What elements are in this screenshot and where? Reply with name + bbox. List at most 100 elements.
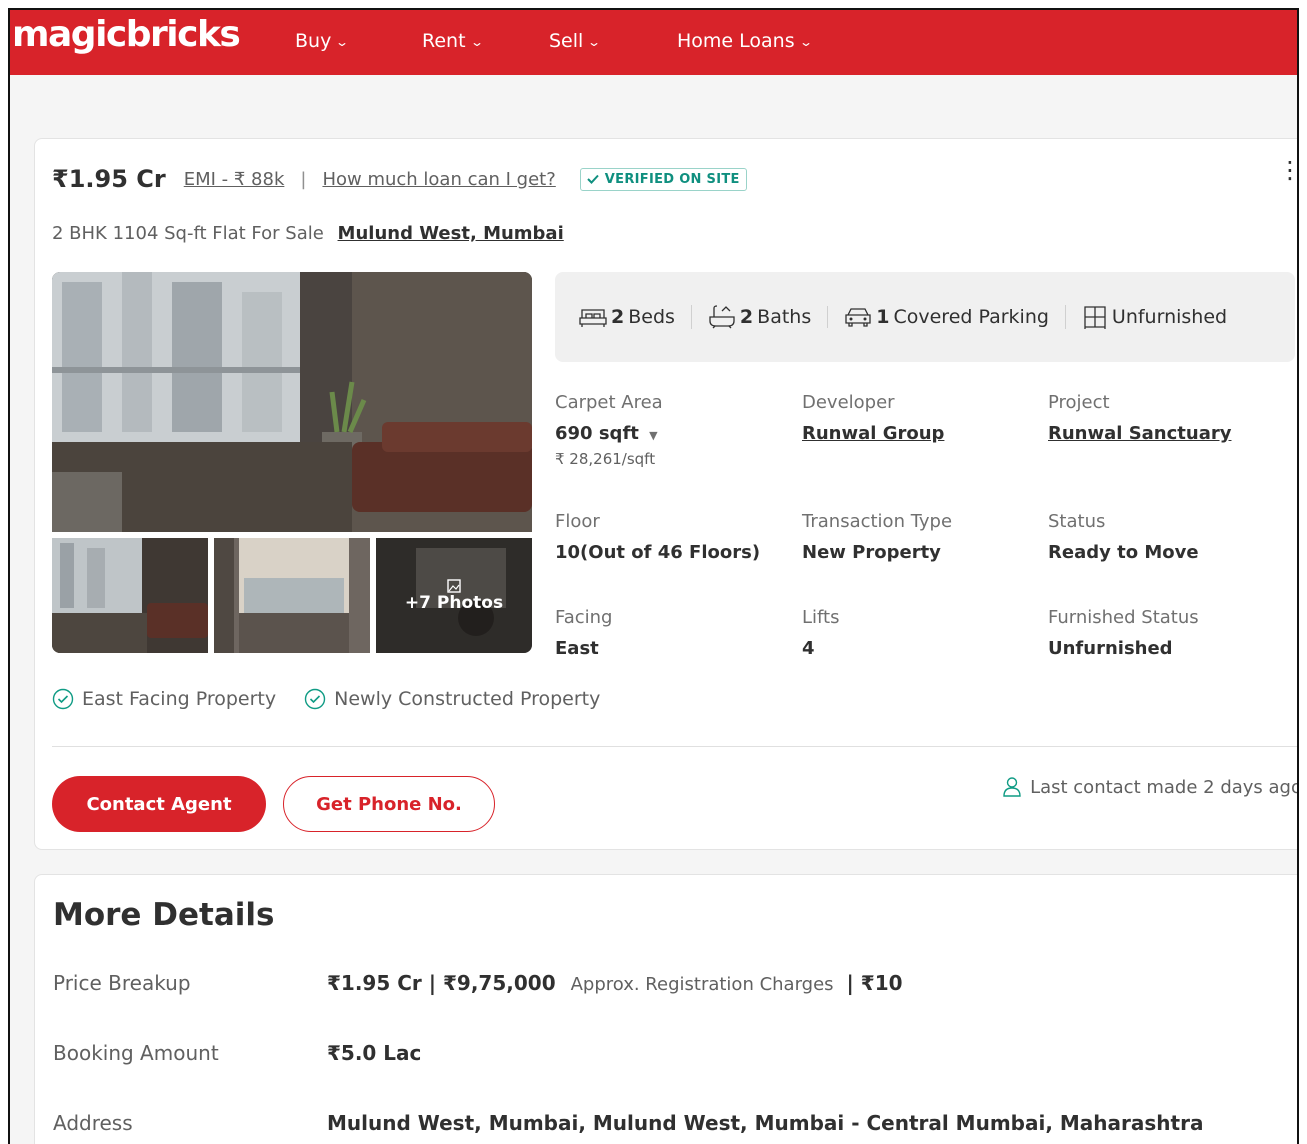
booking-amount-label: Booking Amount [53, 1041, 219, 1065]
verified-badge-label: VERIFIED ON SITE [604, 171, 740, 187]
floor-value: 10(Out of 46 Floors) [555, 542, 761, 563]
thumbnail-image [52, 538, 208, 653]
nav-rent-label: Rent [422, 30, 466, 52]
living-room-photo [52, 272, 532, 532]
booking-amount-value: ₹5.0 Lac [327, 1041, 422, 1065]
location-link[interactable]: Mulund West, Mumbai [338, 223, 564, 244]
amenities-bar: 2 Beds 2 Baths 1 Covered Parking Unfurni… [555, 272, 1295, 362]
contact-agent-button[interactable]: Contact Agent [52, 776, 266, 832]
thumbnail-photo[interactable] [52, 538, 208, 653]
page-frame: magicbricks Buy ⌄ Rent ⌄ Sell ⌄ Home Loa… [8, 8, 1299, 1144]
carpet-area-value[interactable]: 690 sqft ▼ [555, 423, 795, 444]
last-contact-text: Last contact made 2 days ago [1030, 776, 1299, 798]
transaction-label: Transaction Type [802, 511, 953, 532]
address-value: Mulund West, Mumbai, Mulund West, Mumbai… [327, 1111, 1204, 1135]
price-breakup-value: ₹1.95 Cr | ₹9,75,000 Approx. Registratio… [327, 971, 903, 995]
developer-link[interactable]: Runwal Group [802, 423, 1042, 444]
carpet-area-label: Carpet Area [555, 392, 663, 413]
beds-label: Beds [628, 306, 675, 328]
chevron-down-icon: ⌄ [335, 35, 350, 49]
highlight-item: East Facing Property [52, 688, 276, 710]
summary-developer: Developer Runwal Group [802, 392, 1042, 444]
summary-floor: Floor 10(Out of 46 Floors) [555, 511, 795, 563]
developer-label: Developer [802, 392, 895, 413]
parking-label: Covered Parking [893, 306, 1049, 328]
furnishing-label: Unfurnished [1111, 306, 1228, 328]
summary-transaction: Transaction Type New Property [802, 511, 1042, 563]
furnishing-icon [1084, 306, 1106, 329]
check-circle-icon [52, 688, 74, 710]
summary-furnished-status: Furnished Status Unfurnished [1048, 607, 1288, 659]
beds-amenity: 2 Beds [563, 306, 691, 328]
nav-sell-label: Sell [549, 30, 584, 52]
bathtub-icon [709, 305, 735, 329]
baths-label: Baths [757, 306, 812, 328]
caret-down-icon: ▼ [649, 429, 658, 442]
price: ₹1.95 Cr [52, 165, 166, 193]
separator: | [300, 168, 307, 190]
listing-title: 2 BHK 1104 Sq-ft Flat For Sale Mulund We… [52, 223, 564, 244]
divider [52, 746, 1297, 747]
property-highlights: East Facing Property Newly Constructed P… [52, 688, 600, 710]
user-icon [1003, 777, 1021, 797]
more-options-icon[interactable]: ⋮ [1278, 158, 1297, 182]
baths-amenity: 2 Baths [690, 305, 827, 329]
top-navbar: magicbricks Buy ⌄ Rent ⌄ Sell ⌄ Home Loa… [10, 10, 1297, 75]
nav-home-loans[interactable]: Home Loans ⌄ [677, 30, 813, 52]
highlight-label: East Facing Property [82, 688, 277, 710]
loan-eligibility-link[interactable]: How much loan can I get? [322, 169, 555, 190]
price-per-sqft: ₹ 28,261/sqft [555, 450, 656, 468]
check-circle-icon [304, 688, 326, 710]
chevron-down-icon: ⌄ [798, 35, 813, 49]
main-photo[interactable] [52, 272, 532, 532]
summary-project: Project Runwal Sanctuary [1048, 392, 1288, 444]
chevron-down-icon: ⌄ [469, 35, 484, 49]
check-icon [587, 174, 599, 184]
summary-lifts: Lifts 4 [802, 607, 1042, 659]
summary-status: Status Ready to Move [1048, 511, 1288, 563]
last-contact-info: Last contact made 2 days ago [1002, 776, 1299, 798]
lifts-label: Lifts [802, 607, 840, 628]
highlight-item: Newly Constructed Property [304, 688, 600, 710]
summary-carpet-area: Carpet Area 690 sqft ▼ ₹ 28,261/sqft [555, 392, 795, 468]
gallery-icon [447, 578, 461, 593]
furnishing-amenity: Unfurnished [1064, 305, 1243, 329]
verified-badge: VERIFIED ON SITE [579, 167, 747, 191]
more-details-title: More Details [53, 897, 275, 933]
price-breakup-amount: ₹1.95 Cr | ₹9,75,000 [327, 971, 556, 995]
summary-facing: Facing East [555, 607, 795, 659]
bed-icon [579, 309, 607, 327]
beds-count: 2 [611, 306, 625, 328]
nav-buy-label: Buy [295, 30, 332, 52]
facing-value: East [555, 638, 599, 659]
chevron-down-icon: ⌄ [587, 35, 602, 49]
nav-sell[interactable]: Sell ⌄ [549, 30, 602, 52]
more-photos-overlay: +7 Photos [376, 538, 532, 653]
baths-count: 2 [739, 306, 754, 328]
carpet-area-value-text: 690 sqft [555, 423, 639, 444]
thumbnail-photo[interactable] [214, 538, 370, 653]
project-label: Project [1048, 392, 1110, 413]
transaction-value: New Property [802, 542, 941, 563]
price-breakup-label: Price Breakup [53, 971, 191, 995]
nav-buy[interactable]: Buy ⌄ [295, 30, 350, 52]
parking-amenity: 1 Covered Parking [827, 306, 1065, 328]
project-link[interactable]: Runwal Sanctuary [1048, 423, 1288, 444]
magicbricks-logo[interactable]: magicbricks [12, 14, 241, 55]
registration-charges: | ₹10 [846, 971, 903, 995]
nav-rent[interactable]: Rent ⌄ [422, 30, 484, 52]
emi-link[interactable]: EMI - ₹ 88k [184, 169, 285, 190]
address-label: Address [53, 1111, 133, 1135]
furnished-status-value: Unfurnished [1048, 638, 1173, 659]
facing-label: Facing [555, 607, 613, 628]
status-value: Ready to Move [1048, 542, 1199, 563]
thumbnail-image [214, 538, 370, 653]
more-photos-tile[interactable]: +7 Photos [376, 538, 532, 653]
more-photos-label: +7 Photos [404, 592, 504, 613]
more-details-card: More Details Price Breakup ₹1.95 Cr | ₹9… [34, 874, 1297, 1144]
get-phone-button[interactable]: Get Phone No. [283, 776, 495, 832]
registration-note: Approx. Registration Charges [570, 974, 834, 995]
lifts-value: 4 [802, 638, 815, 659]
property-card: ₹1.95 Cr EMI - ₹ 88k | How much loan can… [34, 138, 1299, 850]
listing-title-text: 2 BHK 1104 Sq-ft Flat For Sale [52, 223, 324, 244]
